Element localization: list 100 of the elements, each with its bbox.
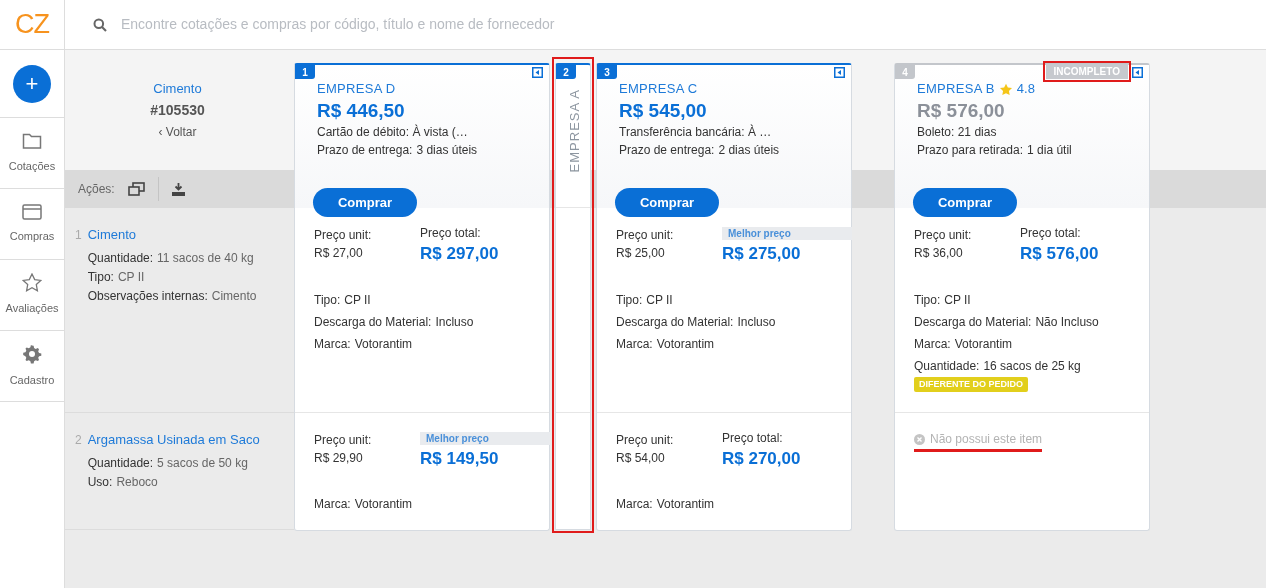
rating: 4.8 <box>1016 81 1035 97</box>
supplier-name[interactable]: EMPRESA D <box>317 81 396 97</box>
spec-value: Votorantim <box>354 336 413 352</box>
spec-value: Votorantim <box>354 496 413 512</box>
duplicate-icon[interactable] <box>127 182 145 196</box>
detail-label: Uso: <box>87 474 113 491</box>
unit-price-label: Preço unit: <box>914 227 973 243</box>
delivery-label: Prazo de entrega: <box>619 142 715 159</box>
actions-label: Ações: <box>78 181 115 198</box>
total-price: R$ 545,00 <box>619 99 708 123</box>
spec-value: Votorantim <box>954 336 1013 352</box>
total-price-label: Preço total: <box>420 227 482 240</box>
warning-tag: DIFERENTE DO PEDIDO <box>914 377 1028 392</box>
cancel-icon <box>914 433 925 445</box>
supplier-name[interactable]: EMPRESA C <box>619 81 698 97</box>
payment-terms: Transferência bancária: À … <box>619 123 773 141</box>
total-price: R$ 576,00 <box>917 99 1006 123</box>
payment-terms: Boleto: 21 dias <box>917 124 998 141</box>
buy-button[interactable]: Comprar <box>313 188 417 217</box>
detail-value: Cimento <box>211 288 257 305</box>
spec-value: 16 sacos de 25 kg <box>983 358 1081 374</box>
item-total-price: R$ 297,00 <box>420 243 499 265</box>
spec-value: CP II <box>646 292 673 308</box>
unit-price: R$ 36,00 <box>914 245 964 261</box>
sidebar-item[interactable]: Cadastro <box>9 371 55 389</box>
spec-value: Votorantim <box>656 336 715 352</box>
unit-price: R$ 27,00 <box>314 245 364 261</box>
spec-label: Marca: <box>914 336 951 352</box>
card-icon[interactable] <box>22 203 42 220</box>
buy-button[interactable]: Comprar <box>913 188 1017 217</box>
collapse-icon[interactable] <box>532 67 543 78</box>
unit-price: R$ 25,00 <box>616 245 666 261</box>
sidebar-item[interactable]: Avaliações <box>5 300 59 317</box>
spec-label: Tipo: <box>914 292 941 308</box>
spec-label: Descarga do Material: <box>914 314 1032 330</box>
buy-button[interactable]: Comprar <box>615 188 719 217</box>
rank-badge: 4 <box>895 65 915 79</box>
detail-label: Tipo: <box>87 269 114 286</box>
best-price-tag: Melhor preço <box>722 227 852 240</box>
delivery-value: 1 dia útil <box>1027 142 1072 159</box>
new-button[interactable]: + <box>13 64 51 103</box>
download-icon[interactable] <box>171 182 185 196</box>
search-icon <box>93 17 107 32</box>
unit-price-label: Preço unit: <box>616 227 675 243</box>
supplier-name[interactable]: EMPRESA A <box>565 89 585 173</box>
item-name[interactable]: Cimento <box>87 227 257 243</box>
spec-label: Marca: <box>616 496 653 512</box>
search-bar[interactable]: Encontre cotações e compras por código, título e nome de fornecedor <box>65 0 1266 50</box>
spec-value: CP II <box>944 292 971 308</box>
item-total-price: R$ 275,00 <box>722 243 801 265</box>
delivery-value: 2 dias úteis <box>718 142 780 159</box>
payment-terms: Cartão de débito: À vista (… <box>317 123 469 141</box>
spec-label: Marca: <box>314 336 351 352</box>
quote-code: #105530 <box>150 101 205 119</box>
star-icon <box>998 82 1013 96</box>
item-total-price: R$ 149,50 <box>420 448 499 470</box>
collapse-icon[interactable] <box>1132 67 1143 78</box>
item-name[interactable]: Argamassa Usinada em Saco <box>87 432 260 448</box>
spec-label: Marca: <box>616 336 653 352</box>
folder-icon[interactable] <box>22 131 42 150</box>
rank-badge: 3 <box>597 65 617 79</box>
unit-price-label: Preço unit: <box>616 432 675 448</box>
unit-price: R$ 29,90 <box>314 450 364 466</box>
supplier-name[interactable]: EMPRESA B <box>917 81 995 97</box>
delivery-value: 3 dias úteis <box>416 142 478 159</box>
detail-value: 5 sacos de 50 kg <box>157 455 248 472</box>
spec-label: Descarga do Material: <box>314 314 432 330</box>
collapsed-card[interactable]: 2 EMPRESA A <box>555 63 591 530</box>
sidebar-item[interactable]: Compras <box>9 227 55 245</box>
detail-value: CP II <box>117 269 145 286</box>
sidebar-item[interactable]: Cotações <box>8 157 56 175</box>
spec-value: Votorantim <box>656 496 715 512</box>
spec-label: Marca: <box>314 496 351 512</box>
total-price-label: Preço total: <box>722 432 784 445</box>
status-badge: INCOMPLETO <box>1045 64 1128 79</box>
missing-item-text: Não possui este item <box>930 432 1043 446</box>
search-field[interactable]: Encontre cotações e compras por código, título e nome de fornecedor <box>121 14 1266 35</box>
total-price: R$ 446,50 <box>317 99 406 123</box>
best-price-tag: Melhor preço <box>420 432 550 445</box>
item-number: 2 <box>75 432 82 449</box>
item-total-price: R$ 576,00 <box>1020 243 1099 265</box>
spec-label: Tipo: <box>314 292 341 308</box>
spec-value: Não Incluso <box>1035 314 1099 330</box>
detail-label: Quantidade: <box>87 250 154 267</box>
gear-icon[interactable] <box>22 343 42 364</box>
spec-value: Incluso <box>737 314 776 330</box>
unit-price-label: Preço unit: <box>314 227 373 243</box>
logo: CZ <box>15 8 49 42</box>
total-price-label: Preço total: <box>1020 227 1082 240</box>
back-link[interactable]: ‹ Voltar <box>158 124 197 140</box>
detail-label: Observações internas: <box>87 288 208 305</box>
spec-label: Descarga do Material: <box>616 314 734 330</box>
collapse-icon[interactable] <box>834 67 845 78</box>
quote-title[interactable]: Cimento <box>153 81 202 97</box>
delivery-label: Prazo para retirada: <box>917 142 1024 159</box>
unit-price-label: Preço unit: <box>314 432 373 448</box>
spec-value: Incluso <box>435 314 474 330</box>
item-number: 1 <box>75 227 82 244</box>
star-icon[interactable] <box>22 273 42 293</box>
spec-label: Quantidade: <box>914 358 980 374</box>
